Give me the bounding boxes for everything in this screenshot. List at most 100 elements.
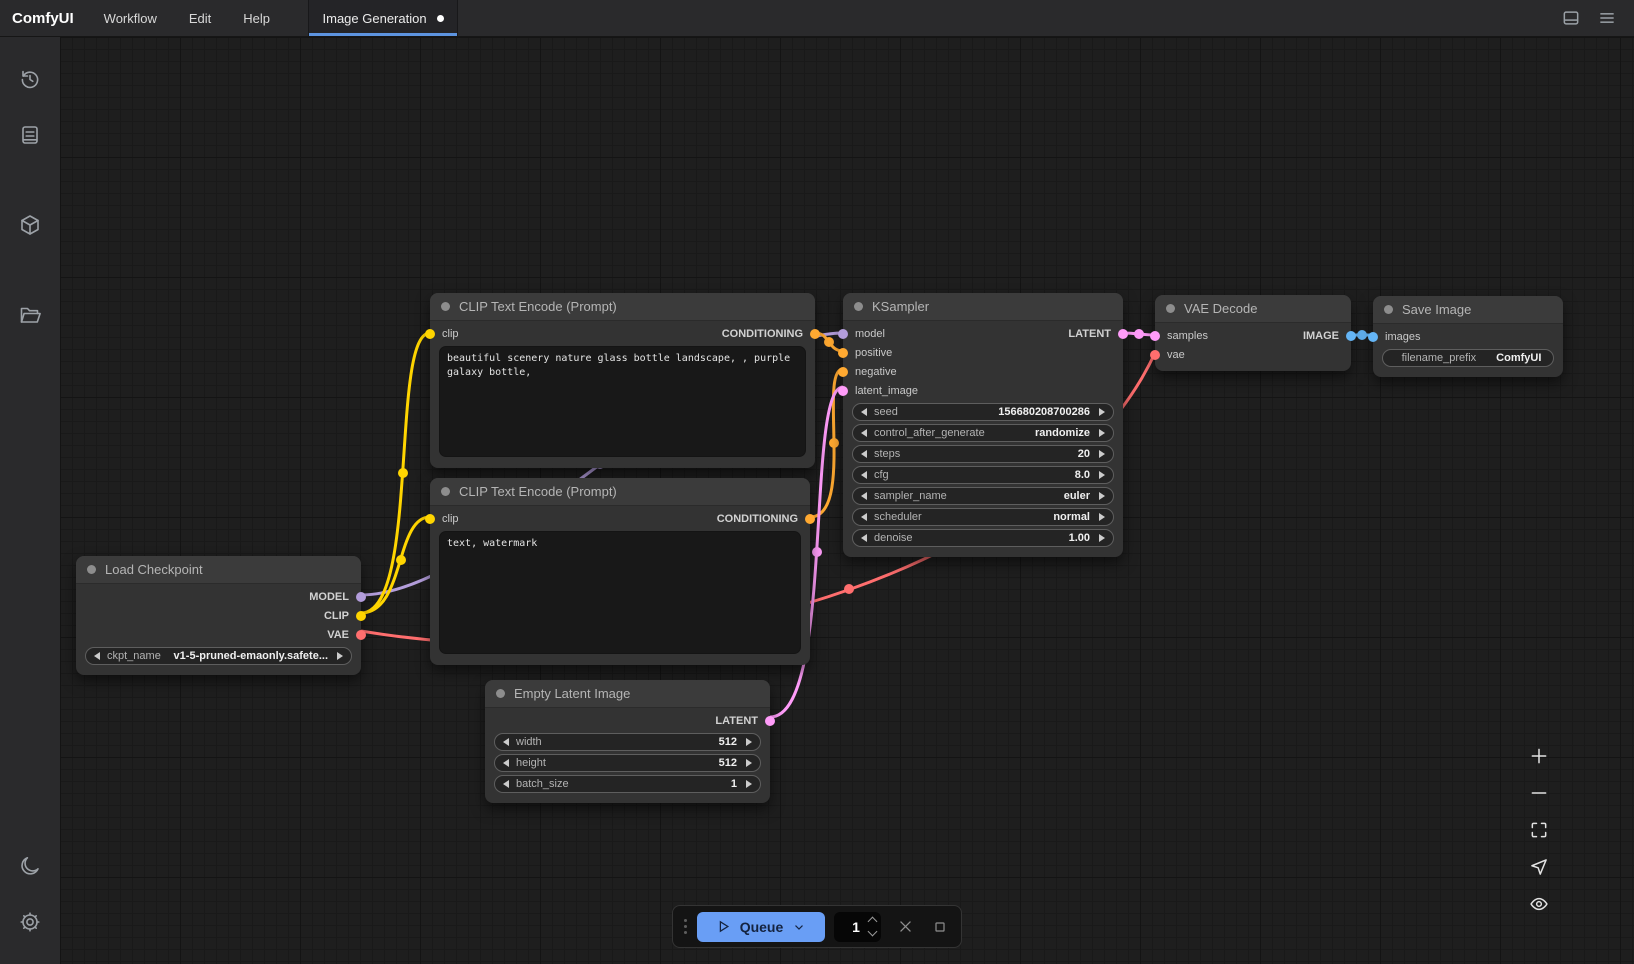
node-load-checkpoint[interactable]: Load Checkpoint MODEL CLIP VAE bbox=[76, 556, 361, 675]
toggle-link-visibility-icon[interactable] bbox=[1528, 893, 1550, 915]
spinner-down-icon[interactable] bbox=[868, 927, 878, 937]
widget-control-after-generate[interactable]: control_after_generate randomize bbox=[852, 424, 1114, 442]
widget-sampler-name[interactable]: sampler_name euler bbox=[852, 487, 1114, 505]
port-dot-clip[interactable] bbox=[425, 514, 435, 524]
input-clip[interactable]: clip bbox=[439, 328, 459, 340]
port-dot-latent[interactable] bbox=[765, 716, 775, 726]
port-dot-model[interactable] bbox=[838, 329, 848, 339]
port-dot-image[interactable] bbox=[1368, 332, 1378, 342]
node-clip-text-encode-negative[interactable]: CLIP Text Encode (Prompt) clip CONDITION… bbox=[430, 478, 810, 665]
node-save-image[interactable]: Save Image images filename_prefix ComfyU… bbox=[1373, 296, 1563, 377]
widget-increment-icon[interactable] bbox=[746, 738, 752, 746]
widget-increment-icon[interactable] bbox=[1099, 471, 1105, 479]
output-latent[interactable]: LATENT bbox=[715, 715, 761, 727]
widget-decrement-icon[interactable] bbox=[861, 450, 867, 458]
node-ksampler[interactable]: KSampler model LATENT positive bbox=[843, 293, 1123, 557]
collapse-dot[interactable] bbox=[1166, 304, 1175, 313]
widget-decrement-icon[interactable] bbox=[861, 471, 867, 479]
menu-workflow[interactable]: Workflow bbox=[88, 0, 173, 36]
workflows-folder-icon[interactable] bbox=[0, 287, 60, 343]
spinner-up-icon[interactable] bbox=[868, 917, 878, 927]
app-logo[interactable]: ComfyUI bbox=[0, 0, 88, 36]
settings-gear-icon[interactable] bbox=[0, 894, 60, 950]
output-conditioning[interactable]: CONDITIONING bbox=[717, 513, 801, 525]
node-header[interactable]: Load Checkpoint bbox=[76, 556, 361, 584]
menu-icon[interactable] bbox=[1596, 7, 1618, 29]
widget-batch-size[interactable]: batch_size 1 bbox=[494, 775, 761, 793]
input-negative[interactable]: negative bbox=[852, 366, 897, 378]
menu-help[interactable]: Help bbox=[227, 0, 286, 36]
input-images[interactable]: images bbox=[1382, 331, 1420, 343]
port-dot-clip[interactable] bbox=[356, 611, 366, 621]
port-dot-conditioning[interactable] bbox=[838, 348, 848, 358]
widget-steps[interactable]: steps 20 bbox=[852, 445, 1114, 463]
menu-edit[interactable]: Edit bbox=[173, 0, 227, 36]
input-clip[interactable]: clip bbox=[439, 513, 459, 525]
port-dot-image[interactable] bbox=[1346, 331, 1356, 341]
port-dot-conditioning[interactable] bbox=[838, 367, 848, 377]
collapse-dot[interactable] bbox=[854, 302, 863, 311]
input-vae[interactable]: vae bbox=[1164, 349, 1185, 361]
widget-decrement-icon[interactable] bbox=[94, 652, 100, 660]
theme-toggle-icon[interactable] bbox=[0, 838, 60, 894]
output-image[interactable]: IMAGE bbox=[1303, 330, 1342, 342]
select-mode-icon[interactable] bbox=[1528, 856, 1550, 878]
node-empty-latent-image[interactable]: Empty Latent Image LATENT width 512 heig… bbox=[485, 680, 770, 803]
collapse-dot[interactable] bbox=[441, 302, 450, 311]
collapse-dot[interactable] bbox=[87, 565, 96, 574]
panel-bottom-icon[interactable] bbox=[1560, 7, 1582, 29]
prompt-textarea[interactable]: beautiful scenery nature glass bottle la… bbox=[439, 346, 806, 457]
node-header[interactable]: VAE Decode bbox=[1155, 295, 1351, 323]
port-dot-model[interactable] bbox=[356, 592, 366, 602]
port-dot-vae[interactable] bbox=[1150, 350, 1160, 360]
chevron-down-icon[interactable] bbox=[792, 920, 806, 934]
model-library-icon[interactable] bbox=[0, 197, 60, 253]
widget-decrement-icon[interactable] bbox=[861, 408, 867, 416]
node-vae-decode[interactable]: VAE Decode samples IMAGE vae bbox=[1155, 295, 1351, 371]
widget-decrement-icon[interactable] bbox=[861, 513, 867, 521]
widget-filename-prefix[interactable]: filename_prefix ComfyUI bbox=[1382, 349, 1554, 367]
widget-decrement-icon[interactable] bbox=[861, 492, 867, 500]
widget-cfg[interactable]: cfg 8.0 bbox=[852, 466, 1114, 484]
input-positive[interactable]: positive bbox=[852, 347, 892, 359]
widget-increment-icon[interactable] bbox=[1099, 429, 1105, 437]
node-graph-canvas[interactable]: Load Checkpoint MODEL CLIP VAE bbox=[60, 37, 1634, 964]
output-vae[interactable]: VAE bbox=[327, 629, 352, 641]
node-header[interactable]: Empty Latent Image bbox=[485, 680, 770, 708]
port-dot-latent[interactable] bbox=[1118, 329, 1128, 339]
input-model[interactable]: model bbox=[852, 328, 885, 340]
node-header[interactable]: KSampler bbox=[843, 293, 1123, 321]
widget-increment-icon[interactable] bbox=[1099, 534, 1105, 542]
output-conditioning[interactable]: CONDITIONING bbox=[722, 328, 806, 340]
widget-increment-icon[interactable] bbox=[1099, 492, 1105, 500]
collapse-dot[interactable] bbox=[496, 689, 505, 698]
input-latent-image[interactable]: latent_image bbox=[852, 385, 918, 397]
widget-height[interactable]: height 512 bbox=[494, 754, 761, 772]
widget-decrement-icon[interactable] bbox=[861, 429, 867, 437]
widget-denoise[interactable]: denoise 1.00 bbox=[852, 529, 1114, 547]
node-library-icon[interactable] bbox=[0, 107, 60, 163]
collapse-dot[interactable] bbox=[441, 487, 450, 496]
node-clip-text-encode-positive[interactable]: CLIP Text Encode (Prompt) clip CONDITION… bbox=[430, 293, 815, 468]
queue-button[interactable]: Queue bbox=[697, 912, 825, 942]
widget-ckpt-name[interactable]: ckpt_name v1-5-pruned-emaonly.safete... bbox=[85, 647, 352, 665]
zoom-in-icon[interactable] bbox=[1528, 745, 1550, 767]
port-dot-conditioning[interactable] bbox=[810, 329, 820, 339]
input-samples[interactable]: samples bbox=[1164, 330, 1208, 342]
widget-decrement-icon[interactable] bbox=[503, 759, 509, 767]
output-model[interactable]: MODEL bbox=[309, 591, 352, 603]
port-dot-latent[interactable] bbox=[838, 386, 848, 396]
zoom-out-icon[interactable] bbox=[1528, 782, 1550, 804]
clear-queue-icon[interactable] bbox=[894, 916, 916, 938]
widget-increment-icon[interactable] bbox=[1099, 408, 1105, 416]
port-dot-latent[interactable] bbox=[1150, 331, 1160, 341]
node-header[interactable]: CLIP Text Encode (Prompt) bbox=[430, 478, 810, 506]
port-dot-vae[interactable] bbox=[356, 630, 366, 640]
widget-increment-icon[interactable] bbox=[746, 780, 752, 788]
port-dot-conditioning[interactable] bbox=[805, 514, 815, 524]
widget-increment-icon[interactable] bbox=[337, 652, 343, 660]
widget-width[interactable]: width 512 bbox=[494, 733, 761, 751]
output-latent[interactable]: LATENT bbox=[1068, 328, 1114, 340]
widget-increment-icon[interactable] bbox=[1099, 450, 1105, 458]
widget-scheduler[interactable]: scheduler normal bbox=[852, 508, 1114, 526]
